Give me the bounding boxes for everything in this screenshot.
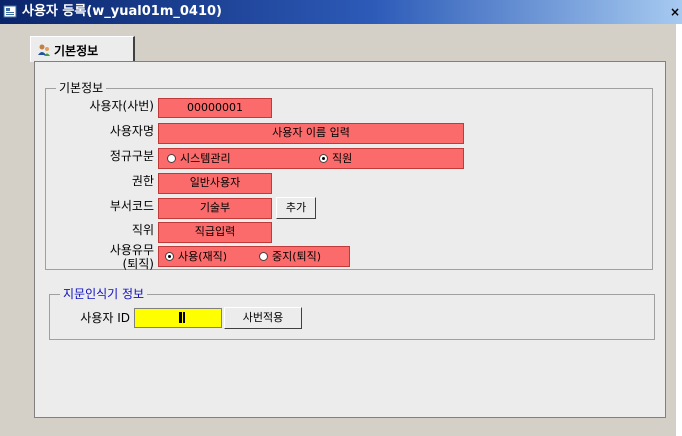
radio-in-service[interactable]: 사용(재직)	[165, 250, 227, 264]
radio-circle-icon	[259, 252, 268, 261]
fingerprint-user-id-input[interactable]	[134, 308, 222, 328]
dept-code-label: 부서코드	[109, 199, 154, 213]
close-button[interactable]: ×	[668, 4, 682, 20]
dept-code-field[interactable]: 기술부	[158, 198, 272, 219]
usage-radio-group: 사용(재직) 중지(퇴직)	[158, 246, 350, 267]
permission-field[interactable]: 일반사용자	[158, 173, 272, 194]
text-cursor-tail	[183, 312, 185, 323]
fingerprint-user-id-label: 사용자 ID	[80, 311, 130, 325]
users-icon	[38, 44, 50, 56]
usage-label-line2: (퇴직)	[122, 257, 154, 271]
radio-suspended[interactable]: 중지(퇴직)	[259, 250, 321, 264]
basic-info-group: 기본정보 사용자(사번) 00000001 사용자명 사용자 이름 입력 정규구…	[45, 81, 653, 271]
tab-label: 기본정보	[54, 44, 99, 58]
add-button[interactable]: 추가	[276, 197, 316, 219]
position-field[interactable]: 직급입력	[158, 222, 272, 243]
user-name-field[interactable]: 사용자 이름 입력	[158, 123, 464, 144]
radio-checked-icon	[165, 252, 174, 261]
app-icon	[3, 5, 17, 18]
fingerprint-caption: 지문인식기 정보	[60, 287, 148, 301]
user-id-label: 사용자(사번)	[89, 99, 154, 113]
user-name-label: 사용자명	[109, 124, 154, 138]
radio-system-admin[interactable]: 시스템관리	[167, 152, 231, 166]
apply-employee-id-button[interactable]: 사번적용	[224, 307, 302, 329]
title-bar[interactable]: 사용자 등록(w_yual01m_0410) ×	[0, 0, 682, 24]
radio-circle-icon	[167, 154, 176, 163]
basic-info-caption: 기본정보	[56, 81, 107, 95]
tab-panel: 기본정보 사용자(사번) 00000001 사용자명 사용자 이름 입력 정규구…	[34, 61, 666, 418]
permission-label: 권한	[131, 174, 154, 188]
radio-in-service-label: 사용(재직)	[178, 250, 228, 263]
radio-suspended-label: 중지(퇴직)	[272, 250, 322, 263]
usage-label: 사용유무 (퇴직)	[50, 243, 154, 271]
type-label: 정규구분	[109, 149, 154, 163]
radio-employee[interactable]: 직원	[319, 152, 352, 166]
tab-basic-info[interactable]: 기본정보	[30, 36, 135, 62]
radio-checked-icon	[319, 154, 328, 163]
window-edge	[676, 24, 682, 436]
registration-window: 사용자 등록(w_yual01m_0410) × 기본정보 기본정보 사용자(사…	[0, 0, 682, 436]
radio-system-admin-label: 시스템관리	[180, 152, 231, 165]
type-radio-group: 시스템관리 직원	[158, 148, 464, 169]
user-id-field[interactable]: 00000001	[158, 98, 272, 118]
window-title: 사용자 등록(w_yual01m_0410)	[22, 4, 222, 19]
text-cursor	[179, 312, 182, 323]
radio-employee-label: 직원	[332, 152, 353, 165]
fingerprint-group: 지문인식기 정보 사용자 ID 사번적용	[49, 287, 655, 340]
usage-label-line1: 사용유무	[109, 243, 154, 257]
position-label: 직위	[131, 223, 154, 237]
